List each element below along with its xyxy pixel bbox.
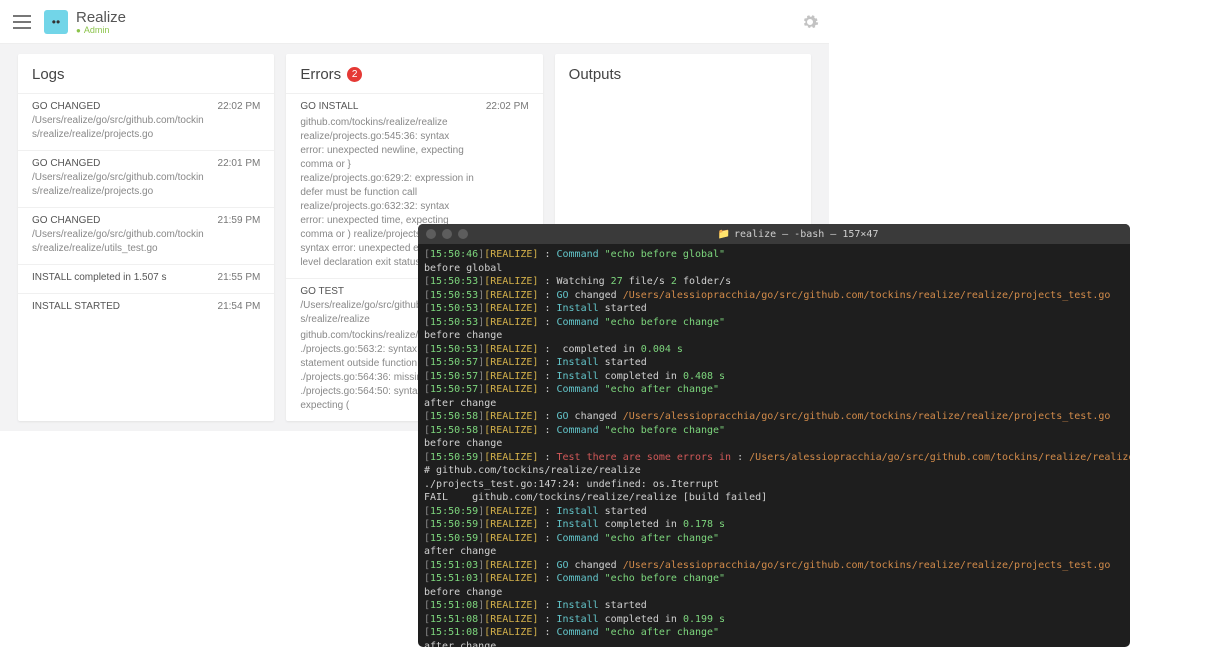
log-title: GO CHANGED bbox=[32, 214, 208, 228]
terminal-line: [15:50:53][REALIZE] : Watching 27 file/s… bbox=[424, 275, 1124, 289]
terminal-line: [15:50:57][REALIZE] : Command "echo afte… bbox=[424, 383, 1124, 397]
terminal-line: [15:51:08][REALIZE] : Command "echo afte… bbox=[424, 626, 1124, 640]
terminal-line: [15:50:53][REALIZE] : GO changed /Users/… bbox=[424, 289, 1124, 303]
app-logo: •• bbox=[44, 10, 68, 34]
terminal-window[interactable]: 📁 realize — -bash — 157×47 [15:50:46][REA… bbox=[418, 224, 1130, 647]
terminal-line: [15:50:58][REALIZE] : Command "echo befo… bbox=[424, 424, 1124, 438]
log-title: GO CHANGED bbox=[32, 157, 208, 171]
terminal-line: [15:50:57][REALIZE] : Install started bbox=[424, 356, 1124, 370]
close-icon[interactable] bbox=[426, 229, 436, 239]
errors-count-badge: 2 bbox=[347, 67, 362, 82]
outputs-title: Outputs bbox=[555, 54, 811, 93]
terminal-line: ./projects_test.go:147:24: undefined: os… bbox=[424, 478, 1124, 492]
log-time: 21:54 PM bbox=[218, 300, 261, 314]
log-row[interactable]: INSTALL completed in 1.507 s 21:55 PM bbox=[18, 264, 274, 293]
zoom-icon[interactable] bbox=[458, 229, 468, 239]
menu-icon[interactable] bbox=[10, 10, 34, 34]
log-time: 21:59 PM bbox=[218, 214, 261, 256]
terminal-line: # github.com/tockins/realize/realize bbox=[424, 464, 1124, 478]
logs-title: Logs bbox=[18, 54, 274, 93]
log-path: /Users/realize/go/src/github.com/tockins… bbox=[32, 114, 208, 142]
terminal-line: before change bbox=[424, 437, 1124, 451]
topbar: •• Realize Admin bbox=[0, 0, 829, 44]
log-row[interactable]: GO CHANGED/Users/realize/go/src/github.c… bbox=[18, 207, 274, 264]
folder-icon: 📁 bbox=[718, 229, 730, 240]
terminal-line: [15:50:46][REALIZE] : Command "echo befo… bbox=[424, 248, 1124, 262]
error-title: GO INSTALL bbox=[300, 100, 476, 114]
log-time: 21:55 PM bbox=[218, 271, 261, 285]
errors-title: Errors 2 bbox=[286, 54, 542, 93]
log-path: /Users/realize/go/src/github.com/tockins… bbox=[32, 228, 208, 256]
terminal-line: after change bbox=[424, 545, 1124, 559]
log-row[interactable]: GO CHANGED/Users/realize/go/src/github.c… bbox=[18, 150, 274, 207]
terminal-titlebar[interactable]: 📁 realize — -bash — 157×47 bbox=[418, 224, 1130, 244]
terminal-line: [15:50:58][REALIZE] : GO changed /Users/… bbox=[424, 410, 1124, 424]
terminal-body[interactable]: [15:50:46][REALIZE] : Command "echo befo… bbox=[418, 244, 1130, 647]
terminal-line: [15:50:59][REALIZE] : Install completed … bbox=[424, 518, 1124, 532]
app-title-text: Realize bbox=[76, 9, 126, 26]
terminal-line: [15:51:08][REALIZE] : Install completed … bbox=[424, 613, 1124, 627]
terminal-line: after change bbox=[424, 640, 1124, 647]
terminal-line: [15:50:53][REALIZE] : Install started bbox=[424, 302, 1124, 316]
log-time: 22:02 PM bbox=[218, 100, 261, 142]
log-row[interactable]: INSTALL STARTED 21:54 PM bbox=[18, 293, 274, 322]
logs-panel: Logs GO CHANGED/Users/realize/go/src/git… bbox=[18, 54, 274, 421]
terminal-line: [15:50:59][REALIZE] : Command "echo afte… bbox=[424, 532, 1124, 546]
terminal-line: [15:51:03][REALIZE] : Command "echo befo… bbox=[424, 572, 1124, 586]
log-title: INSTALL STARTED bbox=[32, 300, 208, 314]
terminal-title: realize — -bash — 157×47 bbox=[734, 229, 879, 240]
log-title: GO CHANGED bbox=[32, 100, 208, 114]
log-time: 22:01 PM bbox=[218, 157, 261, 199]
log-title: INSTALL completed in 1.507 s bbox=[32, 271, 208, 285]
gear-icon[interactable] bbox=[801, 13, 819, 31]
log-row[interactable]: GO CHANGED/Users/realize/go/src/github.c… bbox=[18, 93, 274, 150]
terminal-line: before change bbox=[424, 329, 1124, 343]
app-title: Realize Admin bbox=[76, 9, 126, 35]
terminal-line: [15:50:53][REALIZE] : completed in 0.004… bbox=[424, 343, 1124, 357]
app-subtitle: Admin bbox=[76, 25, 126, 35]
terminal-line: after change bbox=[424, 397, 1124, 411]
terminal-line: [15:50:57][REALIZE] : Install completed … bbox=[424, 370, 1124, 384]
terminal-line: before change bbox=[424, 586, 1124, 600]
terminal-line: [15:50:59][REALIZE] : Install started bbox=[424, 505, 1124, 519]
terminal-line: FAIL github.com/tockins/realize/realize … bbox=[424, 491, 1124, 505]
terminal-line: [15:50:53][REALIZE] : Command "echo befo… bbox=[424, 316, 1124, 330]
log-path: /Users/realize/go/src/github.com/tockins… bbox=[32, 171, 208, 199]
errors-title-text: Errors bbox=[300, 66, 341, 83]
terminal-line: [15:51:08][REALIZE] : Install started bbox=[424, 599, 1124, 613]
minimize-icon[interactable] bbox=[442, 229, 452, 239]
terminal-line: before global bbox=[424, 262, 1124, 276]
terminal-line: [15:50:59][REALIZE] : Test there are som… bbox=[424, 451, 1124, 465]
terminal-line: [15:51:03][REALIZE] : GO changed /Users/… bbox=[424, 559, 1124, 573]
